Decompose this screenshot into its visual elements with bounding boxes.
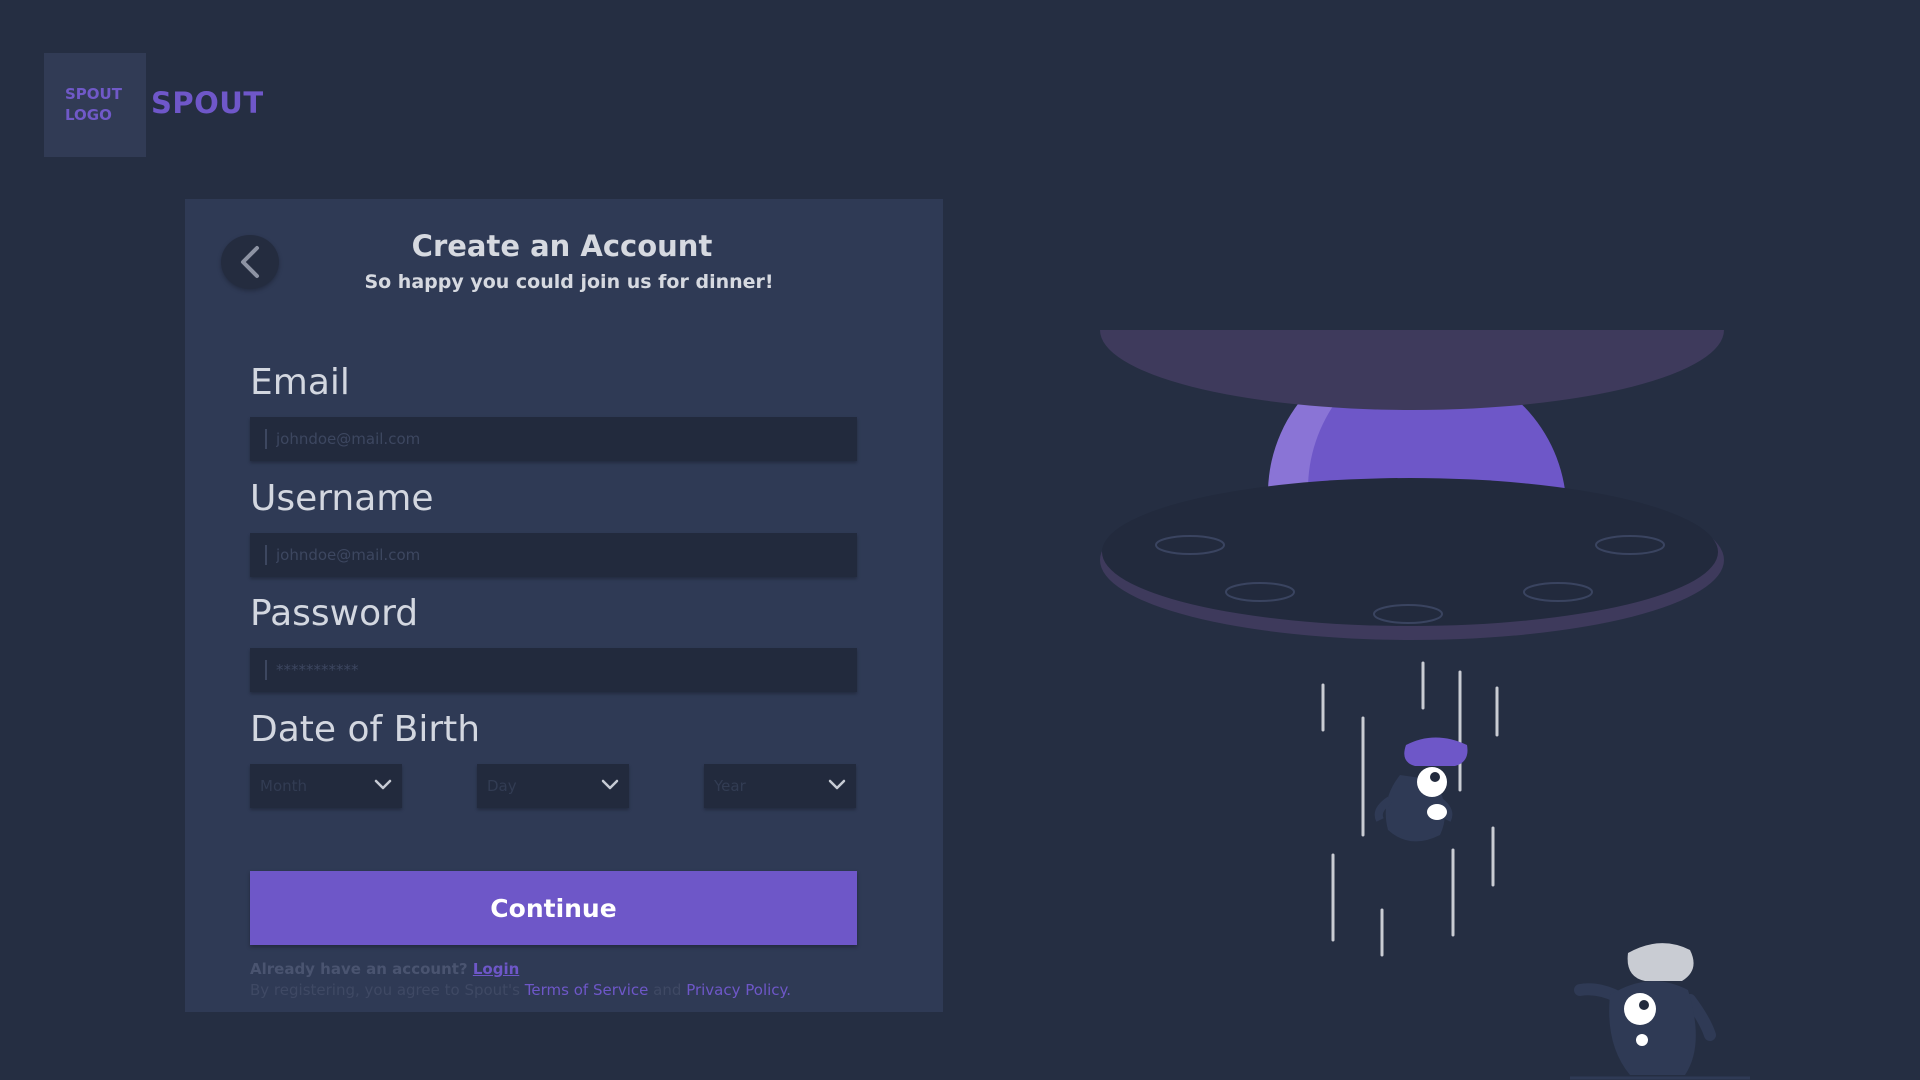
email-field[interactable] <box>250 417 857 461</box>
logo-text: SPOUT LOGO <box>65 85 122 124</box>
page-subtitle: So happy you could join us for dinner! <box>364 271 774 293</box>
legal-and: and <box>653 981 682 999</box>
day-select-value: Day <box>487 777 517 795</box>
chevron-down-icon <box>828 779 846 790</box>
username-label: Username <box>250 478 434 519</box>
email-label: Email <box>250 362 350 403</box>
password-field[interactable] <box>250 648 857 692</box>
continue-button[interactable]: Continue <box>250 871 857 945</box>
username-field[interactable] <box>250 533 857 577</box>
chevron-down-icon <box>601 779 619 790</box>
privacy-link[interactable]: Privacy Policy. <box>686 981 791 999</box>
ufo-illustration <box>1100 330 1724 957</box>
alien-creature-illustration <box>1570 943 1750 1080</box>
legal-prefix: By registering, you agree to Spout's <box>250 981 520 999</box>
day-select[interactable]: Day <box>477 764 629 808</box>
login-prompt-text: Already have an account? <box>250 960 468 978</box>
logo: SPOUT LOGO <box>44 53 146 157</box>
brand-name: SPOUT <box>151 86 264 120</box>
login-prompt: Already have an account? Login <box>250 960 519 978</box>
signup-card: Create an Account So happy you could joi… <box>185 199 943 1012</box>
month-select[interactable]: Month <box>250 764 402 808</box>
year-select[interactable]: Year <box>704 764 856 808</box>
terms-link[interactable]: Terms of Service <box>525 981 649 999</box>
page-title: Create an Account <box>411 229 713 263</box>
legal-text: By registering, you agree to Spout's Ter… <box>250 981 791 999</box>
login-link[interactable]: Login <box>473 960 519 978</box>
email-text-cursor <box>265 429 267 449</box>
month-select-value: Month <box>260 777 308 795</box>
password-text-cursor <box>265 660 267 680</box>
password-label: Password <box>250 593 419 634</box>
username-text-cursor <box>265 545 267 565</box>
year-select-value: Year <box>714 777 746 795</box>
dob-label: Date of Birth <box>250 709 481 750</box>
chevron-down-icon <box>374 779 392 790</box>
